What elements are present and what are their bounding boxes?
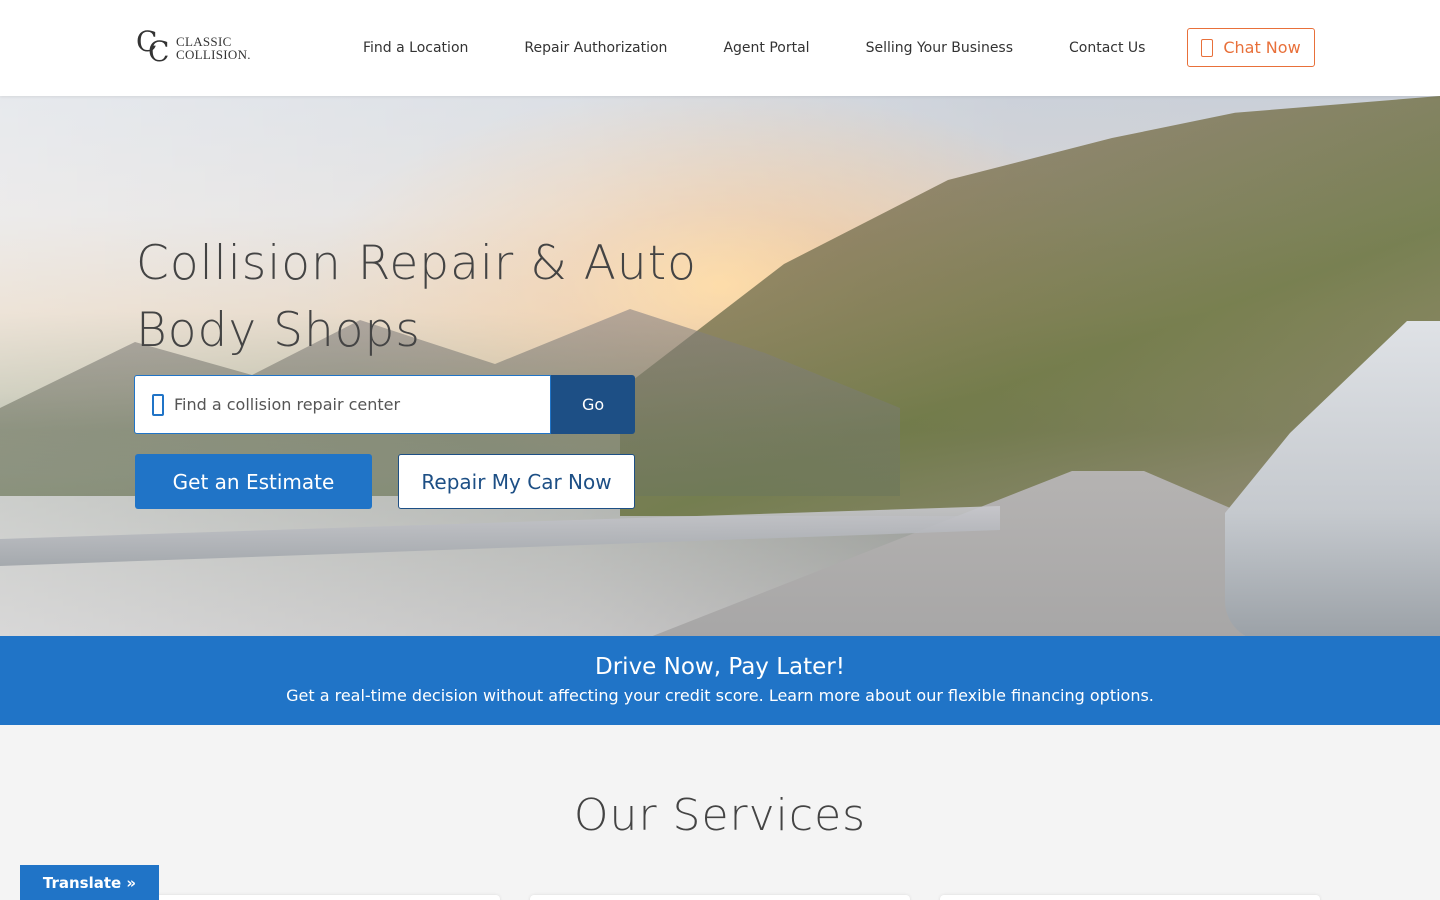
nav-find-location[interactable]: Find a Location	[363, 40, 468, 56]
mobile-phone-icon	[152, 393, 164, 416]
location-search-input[interactable]	[174, 395, 534, 414]
financing-banner[interactable]: Drive Now, Pay Later! Get a real-time de…	[0, 636, 1440, 725]
chat-now-button[interactable]: Chat Now	[1187, 28, 1315, 67]
location-search: Go	[134, 375, 635, 434]
translate-button[interactable]: Translate »	[20, 865, 159, 900]
hero-guardrail	[0, 506, 1000, 566]
service-card[interactable]	[940, 895, 1320, 900]
mobile-phone-icon	[1201, 38, 1214, 57]
logo-text: CLASSIC COLLISION.	[176, 34, 251, 62]
chat-now-label: Chat Now	[1223, 38, 1301, 57]
search-go-button[interactable]: Go	[551, 375, 635, 434]
services-title: Our Services	[573, 790, 867, 841]
main-nav: Find a Location Repair Authorization Age…	[335, 0, 1173, 96]
hero-section	[0, 96, 1440, 636]
banner-title: Drive Now, Pay Later!	[595, 654, 845, 680]
nav-repair-authorization[interactable]: Repair Authorization	[524, 40, 667, 56]
hero-title: Collision Repair & Auto Body Shops	[136, 236, 697, 358]
repair-my-car-button[interactable]: Repair My Car Now	[398, 454, 635, 509]
nav-selling-your-business[interactable]: Selling Your Business	[866, 40, 1013, 56]
search-field-wrapper[interactable]	[134, 375, 552, 434]
banner-text: Get a real-time decision without affecti…	[286, 686, 1154, 705]
nav-contact-us[interactable]: Contact Us	[1069, 40, 1145, 56]
service-card[interactable]	[530, 895, 910, 900]
service-card[interactable]	[120, 895, 500, 900]
site-header: CC CLASSIC COLLISION. Find a Location Re…	[0, 0, 1440, 96]
classic-collision-logo[interactable]: CC CLASSIC COLLISION.	[136, 25, 266, 68]
logo-mark-icon: CC	[136, 25, 170, 68]
nav-agent-portal[interactable]: Agent Portal	[723, 40, 809, 56]
get-estimate-button[interactable]: Get an Estimate	[135, 454, 372, 509]
